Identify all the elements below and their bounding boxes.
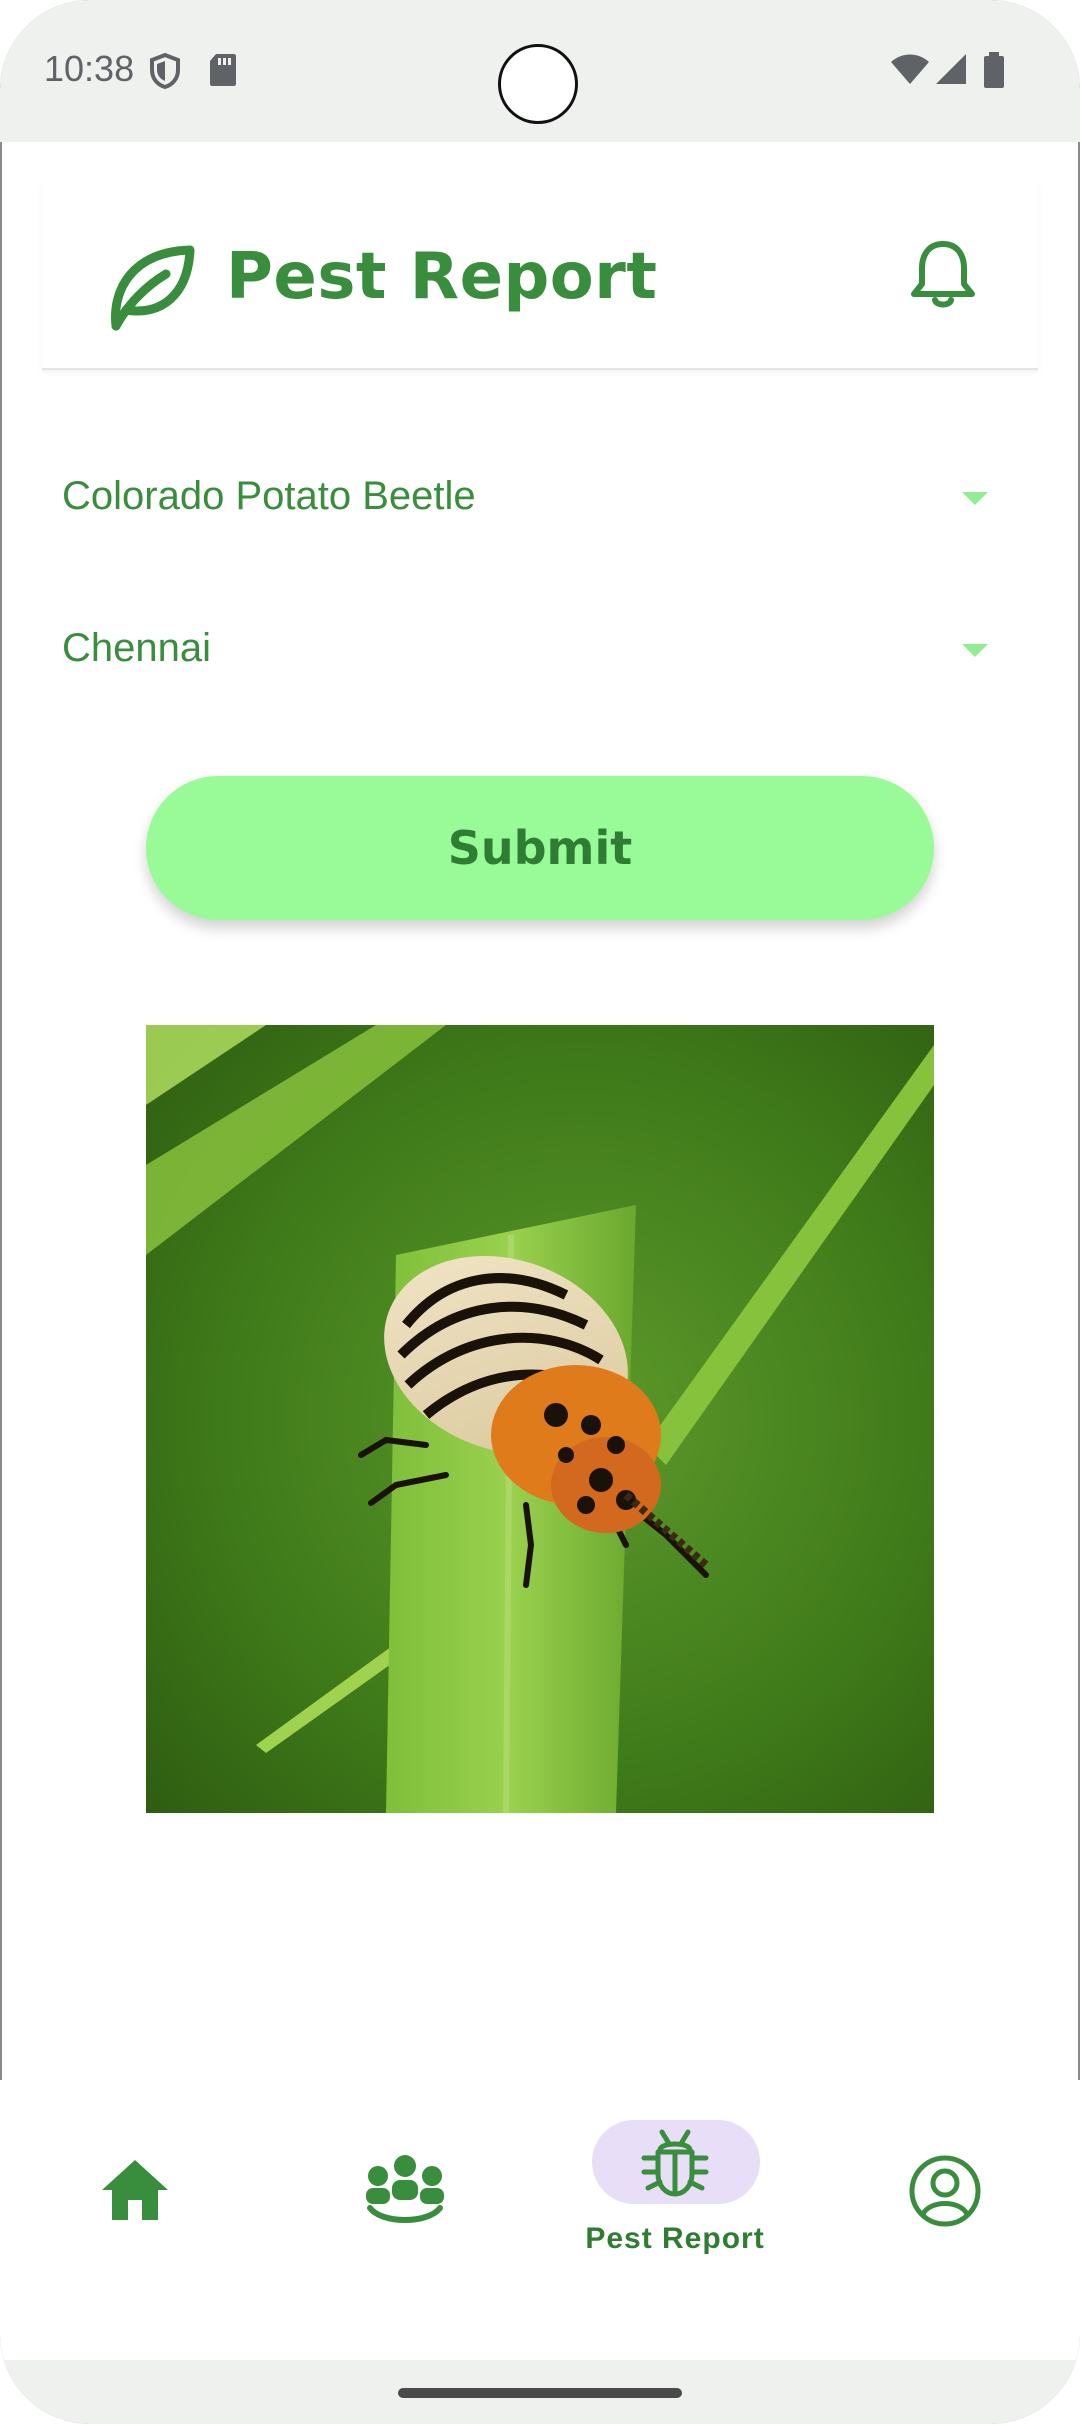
leaf-icon [111,245,195,331]
pest-type-dropdown[interactable]: Colorado Potato Beetle [42,444,1038,554]
community-icon [366,2155,444,2223]
dropdown-arrow-icon [962,644,988,657]
app-screen: 10:38 Pest Report Colorado Potato Beetle… [0,0,1080,2424]
page-title: Pest Report [226,240,658,314]
app-header: Pest Report [42,182,1038,370]
location-dropdown[interactable]: Chennai [42,596,1038,706]
battery-icon [984,52,1004,88]
camera-cutout [498,44,578,124]
location-value: Chennai [62,626,212,670]
pest-image [146,1025,934,1813]
nav-pest-report-label: Pest Report [585,2222,765,2255]
shield-icon [150,52,180,90]
status-time: 10:38 [44,48,135,89]
wifi-icon [891,54,929,84]
pest-type-value: Colorado Potato Beetle [62,474,476,518]
beetle-photo [146,1025,934,1813]
nav-community[interactable] [270,2080,540,2280]
bug-icon [641,2129,709,2197]
sd-card-icon [210,54,236,86]
home-icon [102,2160,168,2220]
bell-icon[interactable] [908,238,978,310]
account-circle-icon [909,2155,981,2227]
dropdown-arrow-icon [962,492,988,505]
submit-button[interactable]: Submit [146,776,934,920]
nav-pest-report[interactable]: Pest Report [540,2080,810,2280]
signal-icon [936,54,966,84]
home-gesture-handle[interactable] [398,2388,682,2398]
status-bar: 10:38 [0,0,1080,142]
bottom-navigation: Pest Report [0,2080,1080,2360]
nav-profile[interactable] [810,2080,1080,2280]
submit-label: Submit [447,821,633,875]
nav-home[interactable] [0,2080,270,2280]
